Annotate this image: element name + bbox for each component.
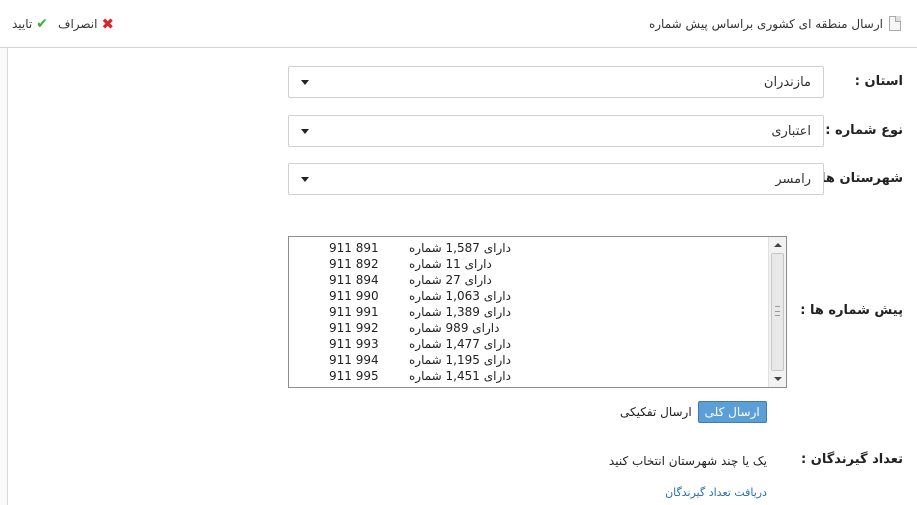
recipients-message: یک یا چند شهرستان انتخاب کنید [608,454,767,468]
list-item[interactable]: 911 991 دارای 1,389 شماره [289,305,769,320]
prefix-code: 911 892 [329,257,379,271]
number-type-select[interactable]: اعتباری [288,115,824,147]
prefixes-label: پیش شماره ها : [800,303,903,318]
number-type-value: اعتباری [771,124,811,139]
list-item[interactable]: 911 993 دارای 1,477 شماره [289,337,769,352]
prefix-desc: دارای 27 شماره [409,273,492,287]
prefix-desc: دارای 1,477 شماره [409,337,511,351]
prefix-desc: دارای 1,389 شماره [409,305,511,319]
province-label: استان : [854,74,903,89]
list-item[interactable]: 911 894 دارای 27 شماره [289,273,769,288]
get-recipients-link[interactable]: دریافت تعداد گیرندگان [665,486,767,499]
list-item[interactable]: 911 892 دارای 11 شماره [289,257,769,272]
cities-select[interactable]: رامسر [288,163,824,195]
send-mode-toggle: ارسال کلی ارسال تفکیکی [620,401,767,423]
prefix-code: 911 995 [329,369,379,383]
prefix-desc: دارای 1,195 شماره [409,353,511,367]
grip-icon [775,306,780,316]
chevron-down-icon [301,80,309,85]
left-divider [0,48,8,505]
prefix-desc: دارای 1,063 شماره [409,289,511,303]
province-select[interactable]: مازندران [288,66,824,98]
prefix-desc: دارای 1,587 شماره [409,241,511,255]
listbox-scrollbar[interactable] [768,237,786,387]
prefix-code: 911 991 [329,305,379,319]
chevron-down-icon [301,129,309,134]
send-separate-button[interactable]: ارسال تفکیکی [620,405,692,419]
prefix-desc: دارای 989 شماره [409,321,500,335]
province-value: مازندران [763,75,811,90]
cities-label: شهرستان ها : [811,171,903,186]
list-item[interactable]: 911 994 دارای 1,195 شماره [289,353,769,368]
prefix-desc: دارای 1,451 شماره [409,369,511,383]
chevron-down-icon [301,177,309,182]
send-all-button[interactable]: ارسال کلی [697,401,767,423]
recipients-label: تعداد گیرندگان : [801,452,903,467]
list-item[interactable]: 911 995 دارای 1,451 شماره [289,369,769,384]
prefix-code: 911 990 [329,289,379,303]
prefix-code: 911 992 [329,321,379,335]
prefix-code: 911 894 [329,273,379,287]
prefix-code: 911 994 [329,353,379,367]
scroll-up-icon[interactable] [774,243,782,247]
number-type-label: نوع شماره : [825,123,903,138]
scroll-thumb[interactable] [771,253,784,371]
list-item[interactable]: 911 992 دارای 989 شماره [289,321,769,336]
form-area: استان : مازندران نوع شماره : اعتباری شهر… [0,0,917,505]
scroll-down-icon[interactable] [774,377,782,381]
prefix-code: 911 993 [329,337,379,351]
list-item[interactable]: 911 990 دارای 1,063 شماره [289,289,769,304]
prefixes-listbox[interactable]: 911 891 دارای 1,587 شماره 911 892 دارای … [288,236,787,388]
prefix-desc: دارای 11 شماره [409,257,492,271]
list-item[interactable]: 911 891 دارای 1,587 شماره [289,241,769,256]
cities-value: رامسر [775,172,811,187]
prefix-code: 911 891 [329,241,379,255]
